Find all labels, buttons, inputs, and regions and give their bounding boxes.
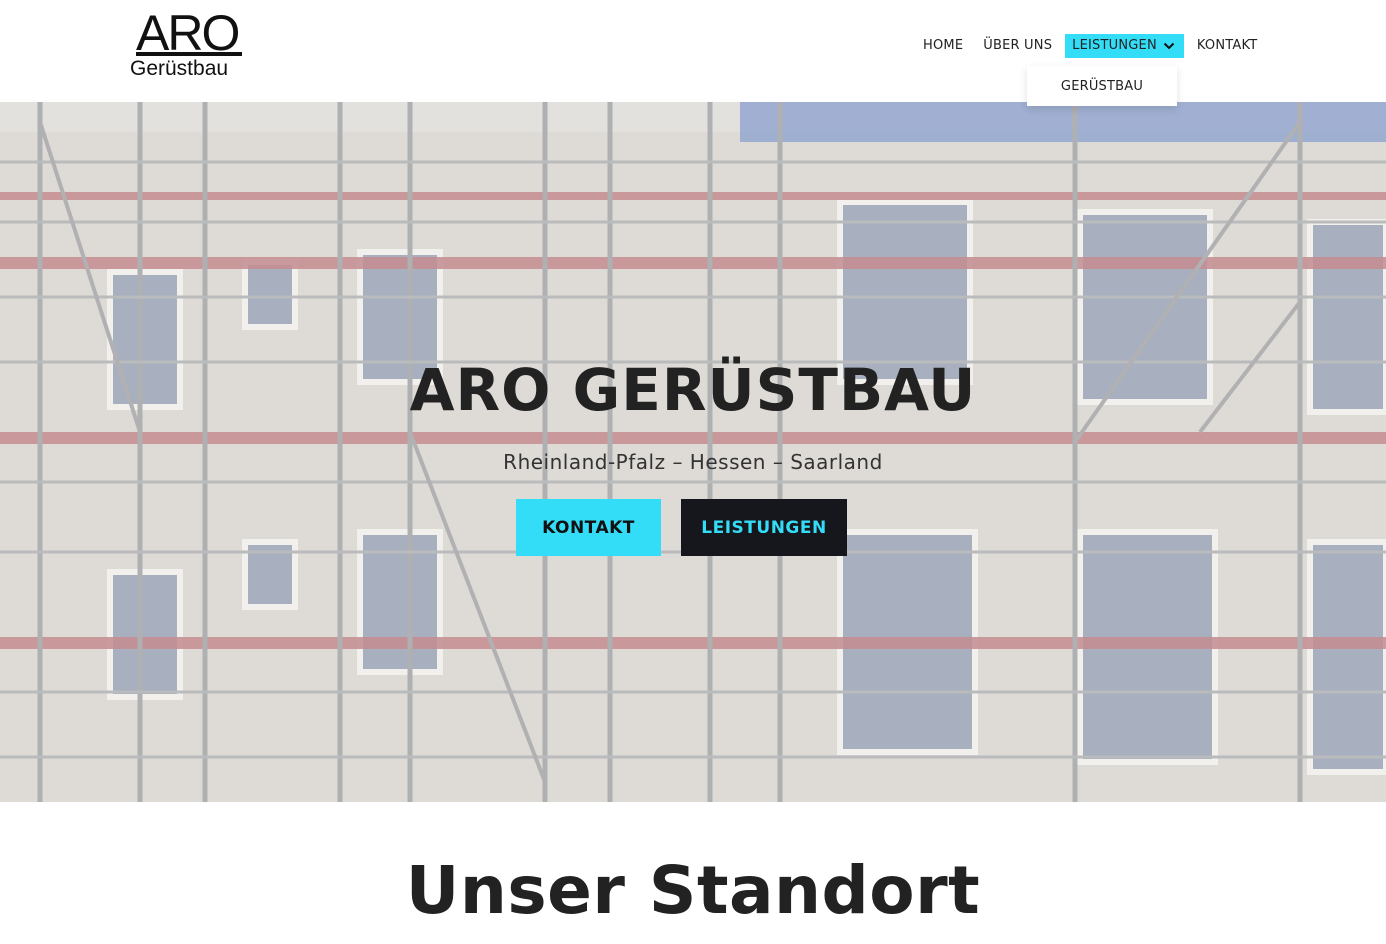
- nav-item-leistungen[interactable]: LEISTUNGEN: [1065, 34, 1184, 58]
- leistungen-dropdown-menu: GERÜSTBAU: [1027, 66, 1177, 106]
- nav-item-ueber-uns[interactable]: ÜBER UNS: [976, 34, 1059, 58]
- dropdown-item-geruestbau[interactable]: GERÜSTBAU: [1061, 79, 1143, 94]
- section-title-standort: Unser Standort: [405, 852, 981, 929]
- site-header: ARO Gerüstbau HOME ÜBER UNS LEISTUNGEN K…: [0, 0, 1386, 102]
- logo-sub-text: Gerüstbau: [130, 57, 229, 80]
- nav-item-kontakt[interactable]: KONTAKT: [1190, 34, 1264, 58]
- main-navigation: HOME ÜBER UNS LEISTUNGEN KONTAKT: [916, 34, 1270, 58]
- hero-subtitle: Rheinland-Pfalz – Hessen – Saarland: [503, 450, 883, 474]
- nav-item-leistungen-label: LEISTUNGEN: [1072, 38, 1157, 53]
- kontakt-button[interactable]: KONTAKT: [516, 499, 661, 556]
- hero-section: ARO GERÜSTBAU Rheinland-Pfalz – Hessen –…: [0, 102, 1386, 802]
- chevron-down-icon[interactable]: [1163, 34, 1177, 58]
- hero-title: ARO GERÜSTBAU: [409, 356, 977, 424]
- leistungen-button[interactable]: LEISTUNGEN: [681, 499, 847, 556]
- logo-underline: [136, 52, 242, 56]
- nav-item-home[interactable]: HOME: [916, 34, 970, 58]
- logo[interactable]: ARO Gerüstbau: [130, 5, 246, 82]
